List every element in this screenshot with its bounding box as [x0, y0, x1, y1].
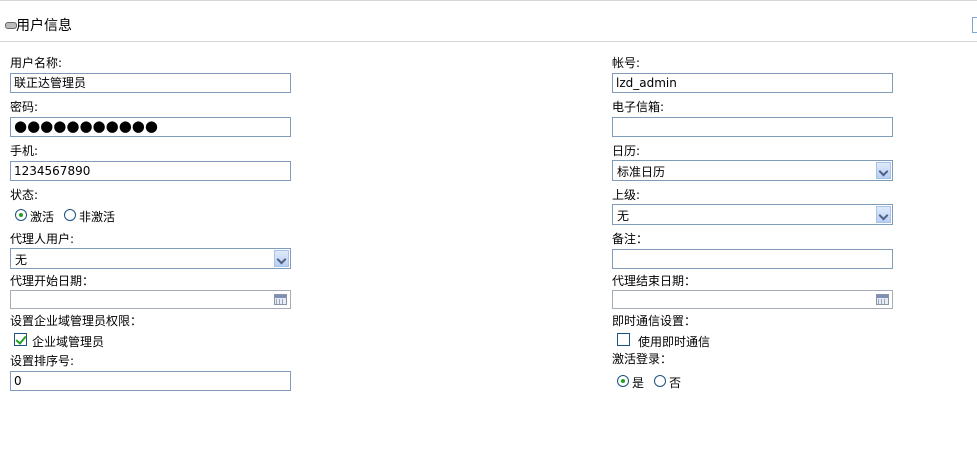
account-label: 帐号: — [612, 56, 641, 70]
calendar-icon[interactable] — [274, 294, 287, 305]
agent-user-value: 无 — [15, 253, 28, 267]
enterprise-admin-checkbox[interactable] — [14, 333, 27, 346]
superior-value: 无 — [617, 209, 630, 223]
activate-login-label: 激活登录： — [612, 352, 673, 366]
im-settings-label: 即时通信设置： — [612, 314, 697, 328]
agent-end-label: 代理结束日期： — [612, 274, 697, 288]
superior-label: 上级: — [612, 188, 641, 202]
remark-label: 备注： — [612, 232, 649, 246]
im-checkbox[interactable] — [617, 333, 630, 346]
agent-start-label: 代理开始日期： — [10, 274, 95, 288]
username-input[interactable]: 联正达管理员 — [10, 73, 291, 93]
calendar-icon[interactable] — [876, 294, 889, 305]
agent-end-date-input[interactable] — [612, 290, 893, 309]
calendar-value: 标准日历 — [617, 165, 666, 179]
activate-yes-radio[interactable] — [617, 375, 629, 387]
username-label: 用户名称: — [10, 56, 63, 70]
calendar-select[interactable]: 标准日历 — [612, 160, 893, 181]
enterprise-admin-option-label: 企业域管理员 — [32, 335, 105, 349]
frame-edge — [972, 17, 977, 33]
sort-label: 设置排序号: — [10, 354, 75, 368]
im-option-label: 使用即时通信 — [638, 335, 711, 349]
status-inactive-label: 非激活 — [79, 210, 116, 224]
password-input[interactable]: ●●●●●●●●●●● — [10, 117, 291, 137]
sort-input[interactable]: 0 — [10, 371, 291, 391]
agent-user-label: 代理人用户: — [10, 232, 75, 246]
password-label: 密码: — [10, 100, 39, 114]
account-input[interactable]: lzd_admin — [612, 73, 893, 93]
mobile-label: 手机: — [10, 144, 39, 158]
calendar-label: 日历: — [612, 144, 641, 158]
activate-no-label: 否 — [669, 376, 682, 390]
chevron-down-icon[interactable] — [274, 250, 289, 267]
chevron-down-icon[interactable] — [876, 162, 891, 179]
email-input[interactable] — [612, 117, 893, 137]
activate-no-radio[interactable] — [654, 375, 666, 387]
chevron-down-icon[interactable] — [876, 206, 891, 223]
remark-input[interactable] — [612, 249, 893, 269]
status-active-label: 激活 — [30, 210, 55, 224]
agent-start-date-input[interactable] — [10, 290, 291, 309]
superior-select[interactable]: 无 — [612, 204, 893, 225]
enterprise-admin-perm-label: 设置企业域管理员权限： — [10, 314, 143, 328]
email-label: 电子信箱: — [612, 100, 665, 114]
status-label: 状态: — [10, 188, 39, 202]
section-title: 用户信息 — [16, 18, 72, 34]
status-active-radio[interactable] — [15, 209, 27, 221]
status-inactive-radio[interactable] — [64, 209, 76, 221]
agent-user-select[interactable]: 无 — [10, 248, 291, 269]
activate-yes-label: 是 — [632, 376, 645, 390]
mobile-input[interactable]: 1234567890 — [10, 161, 291, 181]
section-header: 用户信息 — [0, 1, 977, 42]
